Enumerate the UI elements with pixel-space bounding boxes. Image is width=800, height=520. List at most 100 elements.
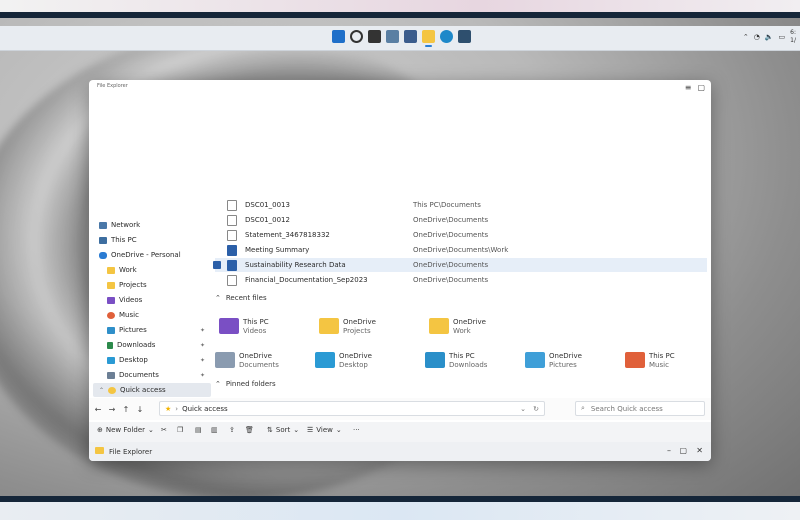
chevron-right-icon: › [175,404,179,413]
sidebar-item-desktop[interactable]: Desktop ✦ [93,353,211,367]
star-icon [108,386,117,394]
clock[interactable]: 6: 1/ [790,29,796,45]
file-location: OneDrive\Documents [413,276,489,284]
sidebar-item-pictures[interactable]: Pictures ✦ [93,323,211,337]
folder-tile-projects[interactable]: Projects OneDrive [319,316,409,340]
scissors-icon: ✂ [161,426,167,434]
folder-tile-pictures[interactable]: Pictures OneDrive [525,350,615,374]
store-icon[interactable] [404,30,417,43]
sidebar-item-documents[interactable]: Documents ✦ [93,368,211,382]
sidebar-item-network[interactable]: Network [93,218,211,232]
search-placeholder: Search Quick access [590,404,663,413]
windows-icon[interactable] [332,30,345,43]
sidebar-item-this-pc[interactable]: This PC [93,233,211,247]
file-location: OneDrive\Documents\Work [413,246,509,254]
widgets-icon[interactable] [386,30,399,43]
chevron-down-icon: ⌃ [99,386,105,394]
folder-tile-videos[interactable]: Videos This PC [219,316,309,340]
sidebar-item-onedrive[interactable]: OneDrive - Personal [93,248,211,262]
file-explorer-icon [95,447,104,454]
sidebar-item-label: OneDrive - Personal [111,251,181,259]
folder-tile-documents[interactable]: Documents OneDrive [215,350,305,374]
volume-icon[interactable]: 🔈 [765,33,774,41]
sidebar-item-downloads[interactable]: Downloads ✦ [93,338,211,352]
download-icon [107,341,113,349]
restore-icon[interactable]: ▢ [697,83,705,92]
chevron-up-icon: ⌃ [215,380,221,388]
paste-button[interactable]: ▤ [195,426,202,434]
address-bar-row: ← → ↑ ↓ ★ › Quick access ⌄ ↻ ⌕ Search Qu… [89,398,711,420]
search-icon[interactable] [350,30,363,43]
window-top-controls: ≡ ▢ [685,83,705,92]
rename-button[interactable]: ▥ [211,426,218,434]
list-item[interactable]: DSC01_0013 This PC\Documents [215,198,707,212]
terminal-icon[interactable] [458,30,471,43]
document-icon [107,371,115,379]
pin-icon: ✦ [199,341,205,349]
tile-name: Music [649,361,669,369]
navigation-pane: Network This PC OneDrive - Personal Work… [93,218,213,398]
minimize-icon[interactable]: – [667,446,671,455]
sidebar-item-quick-access[interactable]: ⌃ Quick access [93,383,211,397]
refresh-icon[interactable]: ↻ [533,405,539,413]
folder-tile-work[interactable]: Work OneDrive [429,316,519,340]
sidebar-item-music[interactable]: Music [93,308,211,322]
maximize-icon[interactable]: ▢ [679,446,687,455]
pinned-folders-header[interactable]: ⌃ Pinned folders [215,380,276,388]
file-name: Meeting Summary [245,246,310,254]
computer-icon [99,236,107,244]
more-button[interactable]: ··· [353,426,360,434]
clock-date: 1/ [790,37,796,44]
search-input[interactable]: ⌕ Search Quick access [575,401,705,416]
clock-time: 6: [790,29,796,36]
sort-label: Sort [275,426,291,434]
task-view-icon[interactable] [368,30,381,43]
sidebar-item-projects[interactable]: Projects [93,278,211,292]
menu-icon[interactable]: ≡ [685,83,692,92]
new-button[interactable]: ⊕ New Folder ⌄ [97,426,154,434]
wallpaper-top-band [0,0,800,18]
network-icon[interactable]: ◔ [754,33,760,41]
list-item[interactable]: Sustainability Research Data OneDrive\Do… [213,258,707,272]
sidebar-item-videos[interactable]: Videos [93,293,211,307]
recent-files-header[interactable]: ⌃ Recent files [215,294,267,302]
delete-button[interactable]: 🗑 [245,426,254,434]
battery-icon[interactable]: ▭ [779,33,786,41]
back-arrow-icon[interactable]: ← [91,405,105,414]
chevron-down-icon[interactable]: ⌄ [520,405,526,413]
folder-icon [107,281,115,289]
up-arrow-icon[interactable]: ↑ [119,405,133,414]
view-button[interactable]: ☰ View ⌄ [307,426,342,434]
edge-icon[interactable] [440,30,453,43]
sort-icon: ⇅ [267,426,273,434]
folder-icon [319,318,339,334]
chevron-up-icon[interactable]: ⌃ [743,33,749,41]
close-icon[interactable]: ✕ [696,446,703,455]
file-explorer-icon[interactable] [422,30,435,47]
share-button[interactable]: ⇪ [229,426,235,434]
title-bar: File Explorer – ▢ ✕ [89,442,711,461]
folder-tile-downloads[interactable]: Downloads This PC [425,350,515,374]
content-pane: DSC01_0013 This PC\Documents DSC01_0012 … [213,198,707,398]
folder-tile-desktop[interactable]: Desktop OneDrive [315,350,405,374]
forward-arrow-icon[interactable]: → [105,405,119,414]
rename-icon: ▥ [211,426,218,434]
section-title: Recent files [225,294,267,302]
copy-button[interactable]: ❐ [177,426,183,434]
sidebar-item-work[interactable]: Work [93,263,211,277]
checkbox-icon[interactable] [213,261,221,269]
down-arrow-icon[interactable]: ↓ [133,405,147,414]
list-item[interactable]: DSC01_0012 OneDrive\Documents [215,213,707,227]
folder-tile-music[interactable]: Music This PC [625,350,711,374]
tile-location: OneDrive [453,318,486,326]
folder-icon [107,266,115,274]
list-item[interactable]: Meeting Summary OneDrive\Documents\Work [215,243,707,257]
file-name: Financial_Documentation_Sep2023 [245,276,368,284]
list-item[interactable]: Statement_3467818332 OneDrive\Documents [215,228,707,242]
address-field[interactable]: ★ › Quick access ⌄ ↻ [159,401,545,416]
search-icon: ⌕ [581,404,585,412]
sort-button[interactable]: ⇅ Sort ⌄ [267,426,299,434]
list-item[interactable]: Financial_Documentation_Sep2023 OneDrive… [215,273,707,287]
tile-location: OneDrive [239,352,272,360]
cut-button[interactable]: ✂ [161,426,167,434]
